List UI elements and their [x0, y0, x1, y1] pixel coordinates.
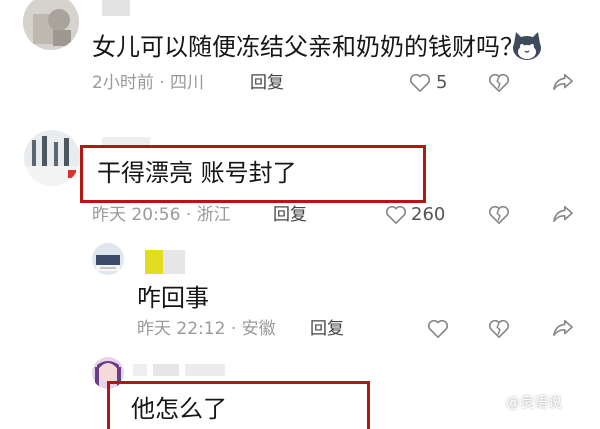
- meta-separator: ·: [159, 73, 165, 93]
- watermark: @良语说: [506, 395, 562, 411]
- dislike-heart-icon[interactable]: [488, 73, 510, 93]
- comment-location: 安徽: [241, 319, 276, 339]
- comment-meta: 昨天 22:12 · 安徽: [137, 319, 276, 339]
- like-count: 260: [411, 204, 446, 225]
- comment-time: 昨天 22:12: [137, 319, 226, 339]
- avatar[interactable]: [23, 0, 79, 50]
- username[interactable]: [102, 0, 130, 16]
- comment-location: 四川: [170, 73, 205, 93]
- username[interactable]: [145, 250, 185, 274]
- heart-icon[interactable]: [385, 205, 407, 225]
- comment-text: 女儿可以随便冻结父亲和奶奶的钱财吗？: [92, 33, 524, 61]
- comment-text: 干得漂亮 账号封了: [97, 159, 297, 187]
- dislike-heart-icon[interactable]: [488, 205, 510, 225]
- comment-text: 咋回事: [137, 284, 209, 312]
- comment-meta: 昨天 20:56 · 浙江: [92, 205, 231, 225]
- heart-icon[interactable]: [409, 73, 431, 93]
- dislike-heart-icon[interactable]: [488, 319, 510, 339]
- like-count: 5: [436, 72, 448, 93]
- meta-separator: ·: [230, 319, 237, 339]
- share-icon[interactable]: [552, 204, 574, 224]
- username[interactable]: [133, 364, 228, 376]
- comment-meta: 2小时前 · 四川: [92, 73, 204, 93]
- comment-time: 昨天 20:56: [92, 205, 181, 225]
- meta-separator: ·: [185, 205, 192, 225]
- reply-button[interactable]: 回复: [273, 205, 307, 225]
- reply-button[interactable]: 回复: [250, 73, 284, 93]
- comment-time: 2小时前: [92, 73, 154, 93]
- share-icon[interactable]: [552, 318, 574, 338]
- avatar[interactable]: [92, 243, 124, 275]
- comment-location: 浙江: [196, 205, 231, 225]
- share-icon[interactable]: [552, 72, 574, 92]
- comment-text: 他怎么了: [131, 395, 227, 423]
- reply-button[interactable]: 回复: [310, 319, 344, 339]
- avatar[interactable]: [24, 130, 80, 186]
- heart-icon[interactable]: [427, 319, 449, 339]
- cat-emoji-icon: [510, 30, 544, 62]
